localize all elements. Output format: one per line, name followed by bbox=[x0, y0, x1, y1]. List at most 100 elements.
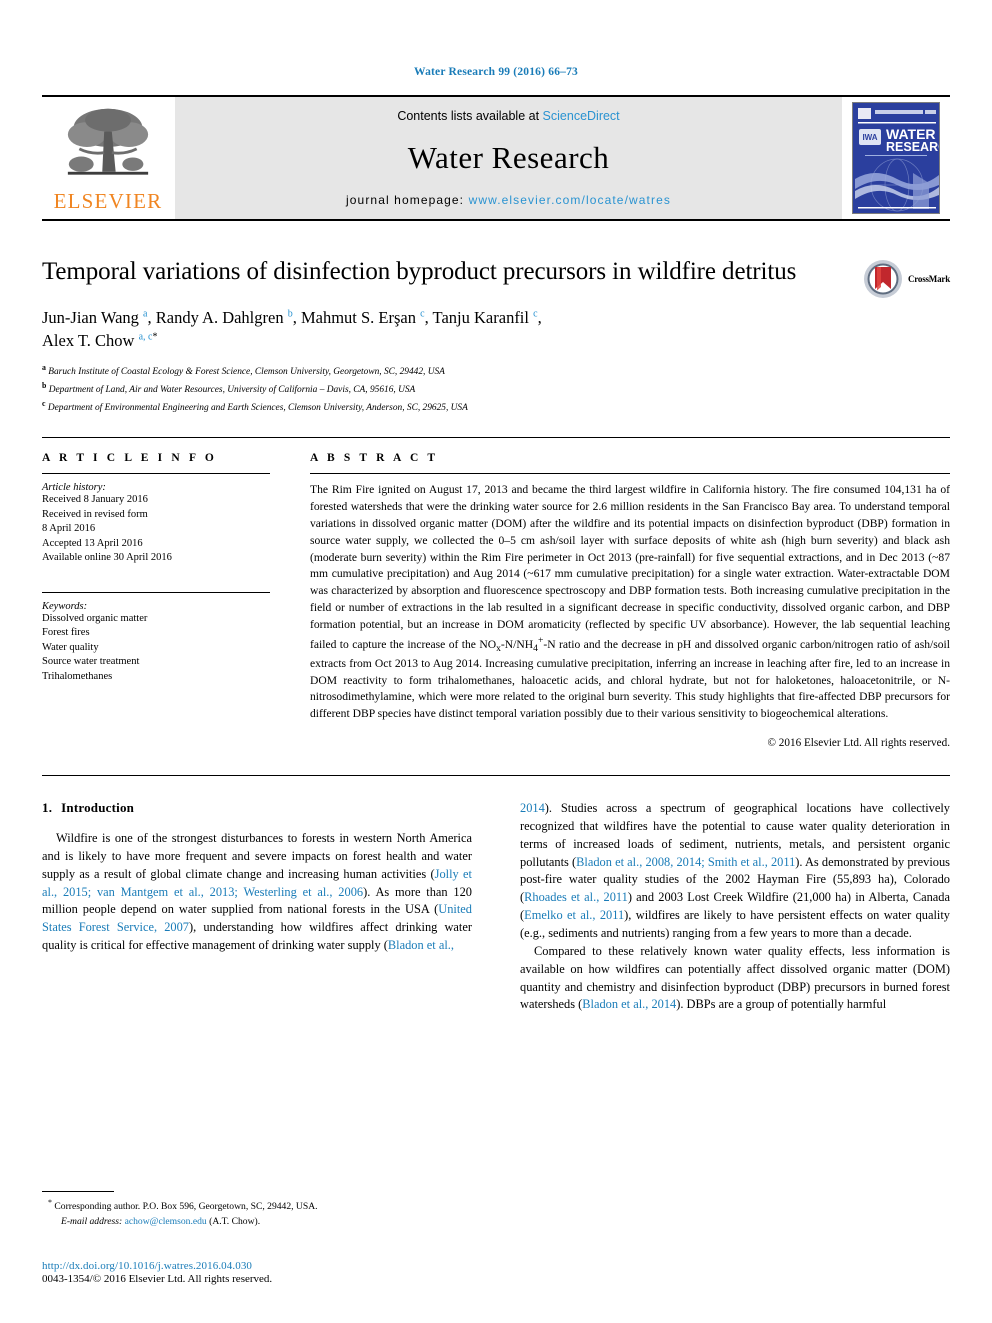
abstract-text: The Rim Fire ignited on August 17, 2013 … bbox=[310, 482, 950, 723]
email-suffix: (A.T. Chow). bbox=[209, 1215, 261, 1227]
doi-link[interactable]: http://dx.doi.org/10.1016/j.watres.2016.… bbox=[42, 1260, 512, 1272]
author-list: Jun-Jian Wang a, Randy A. Dahlgren b, Ma… bbox=[42, 307, 542, 351]
author-4: , Tanju Karanfil bbox=[424, 307, 534, 327]
citation-bladon-smith[interactable]: Bladon et al., 2008, 2014; Smith et al.,… bbox=[576, 855, 795, 869]
svg-text:RESEARCH: RESEARCH bbox=[886, 140, 940, 154]
affiliation-text: Baruch Institute of Coastal Ecology & Fo… bbox=[48, 367, 445, 378]
footnote-marker: * bbox=[48, 1198, 52, 1208]
keywords-label: Keywords: bbox=[42, 600, 88, 612]
elsevier-tree-icon bbox=[67, 108, 149, 175]
divider bbox=[310, 473, 950, 475]
cover-art-icon: IWA WATER RESEARCH bbox=[853, 103, 940, 213]
body-column-left: 1. Introduction Wildfire is one of the st… bbox=[42, 800, 472, 1014]
divider bbox=[42, 591, 270, 593]
masthead-bottom-rule bbox=[42, 219, 950, 221]
body-separator-rule bbox=[42, 775, 950, 776]
affiliation-superscript: a bbox=[42, 363, 46, 373]
citation-bladon-2014[interactable]: Bladon et al., 2014 bbox=[582, 997, 676, 1011]
abstract-part-1: The Rim Fire ignited on August 17, 2013 … bbox=[310, 483, 950, 651]
footnote-line1: Corresponding author. P.O. Box 596, Geor… bbox=[54, 1201, 318, 1213]
corresponding-author-footnote: * Corresponding author. P.O. Box 596, Ge… bbox=[42, 1191, 472, 1229]
abstract-column: A B S T R A C T The Rim Fire ignited on … bbox=[292, 452, 950, 749]
contents-available-line: Contents lists available at ScienceDirec… bbox=[397, 109, 619, 123]
keyword-item: Trihalomethanes bbox=[42, 670, 113, 682]
section-heading-introduction: 1. Introduction bbox=[42, 800, 472, 816]
author-1: Jun-Jian Wang bbox=[42, 307, 144, 327]
history-item: 8 April 2016 bbox=[42, 523, 96, 535]
section-title: Introduction bbox=[61, 800, 135, 815]
citation-bladon-partial[interactable]: Bladon et al., bbox=[388, 938, 454, 952]
right2-text-b: ). DBPs are a group of potentially harmf… bbox=[676, 997, 887, 1012]
crossmark-label: CrossMark bbox=[907, 274, 950, 284]
journal-title: Water Research bbox=[407, 140, 610, 175]
body-columns: 1. Introduction Wildfire is one of the st… bbox=[42, 800, 950, 1014]
journal-homepage-line: journal homepage: www.elsevier.com/locat… bbox=[346, 193, 671, 207]
issn-copyright-line: 0043-1354/© 2016 Elsevier Ltd. All right… bbox=[42, 1273, 273, 1285]
page-title: Temporal variations of disinfection bypr… bbox=[42, 258, 797, 285]
page-footer: http://dx.doi.org/10.1016/j.watres.2016.… bbox=[42, 1260, 512, 1285]
intro-paragraph-left: Wildfire is one of the strongest disturb… bbox=[42, 830, 472, 955]
journal-cover-thumbnail: IWA WATER RESEARCH bbox=[842, 97, 950, 219]
article-info-column: A R T I C L E I N F O Article history: R… bbox=[42, 452, 292, 749]
intro-paragraph-right-1: 2014). Studies across a spectrum of geog… bbox=[520, 800, 950, 943]
citation-emelko[interactable]: Emelko et al., 2011 bbox=[524, 908, 624, 922]
title-block: Temporal variations of disinfection bypr… bbox=[42, 257, 950, 298]
homepage-label: journal homepage: bbox=[346, 193, 465, 207]
history-item: Accepted 13 April 2016 bbox=[42, 537, 143, 549]
crossmark-badge[interactable]: CrossMark bbox=[863, 259, 950, 299]
footnote-rule bbox=[42, 1191, 114, 1193]
affiliation-superscript: b bbox=[42, 381, 47, 391]
article-info-heading: A R T I C L E I N F O bbox=[42, 452, 217, 465]
affiliation-mark-c2: c bbox=[533, 308, 538, 319]
affiliation-text: Department of Land, Air and Water Resour… bbox=[48, 385, 416, 396]
affiliation-text: Department of Environmental Engineering … bbox=[47, 402, 468, 413]
running-head: Water Research 99 (2016) 66–73 bbox=[414, 66, 578, 78]
contents-prefix: Contents lists available at bbox=[397, 109, 540, 123]
history-item: Received in revised form bbox=[42, 508, 148, 520]
body-column-right: 2014). Studies across a spectrum of geog… bbox=[520, 800, 950, 1014]
masthead-center: Contents lists available at ScienceDirec… bbox=[174, 97, 842, 219]
affiliation-item: a Baruch Institute of Coastal Ecology & … bbox=[42, 362, 950, 380]
keyword-item: Water quality bbox=[42, 641, 99, 653]
author-3: , Mahmut S. Erşan bbox=[292, 307, 421, 327]
abstract-part-2: -N/NH bbox=[500, 637, 534, 651]
email-link[interactable]: achow@clemson.edu bbox=[125, 1216, 207, 1227]
sciencedirect-link[interactable]: ScienceDirect bbox=[543, 109, 620, 123]
keywords-block: Keywords: Dissolved organic matter Fores… bbox=[42, 591, 270, 684]
intro-text-a: Wildfire is one of the strongest disturb… bbox=[42, 831, 472, 881]
author-5: Alex T. Chow bbox=[42, 331, 139, 351]
publisher-logo: ELSEVIER bbox=[42, 97, 174, 219]
keyword-item: Dissolved organic matter bbox=[42, 612, 148, 624]
journal-article-page: Water Research 99 (2016) 66–73 ELSEVIER … bbox=[0, 0, 992, 1323]
affiliation-item: b Department of Land, Air and Water Reso… bbox=[42, 380, 950, 398]
citation-rhoades[interactable]: Rhoades et al., 2011 bbox=[524, 890, 628, 904]
email-label: E-mail address: bbox=[61, 1215, 123, 1227]
history-item: Received 8 January 2016 bbox=[42, 494, 148, 506]
abstract-copyright: © 2016 Elsevier Ltd. All rights reserved… bbox=[767, 737, 951, 749]
affiliation-superscript: c bbox=[42, 398, 46, 408]
footnote-text: * Corresponding author. P.O. Box 596, Ge… bbox=[42, 1197, 472, 1229]
svg-text:IWA: IWA bbox=[862, 133, 877, 142]
divider bbox=[42, 473, 270, 475]
history-item: Available online 30 April 2016 bbox=[42, 552, 172, 564]
intro-paragraph-right-2: Compared to these relatively known water… bbox=[520, 943, 950, 1014]
journal-masthead: ELSEVIER Contents lists available at Sci… bbox=[42, 97, 950, 219]
keywords-list: Dissolved organic matter Forest fires Wa… bbox=[42, 612, 270, 684]
crossmark-icon bbox=[863, 260, 902, 298]
keyword-item: Forest fires bbox=[42, 627, 90, 639]
homepage-url[interactable]: www.elsevier.com/locate/watres bbox=[469, 193, 671, 207]
article-history-list: Received 8 January 2016 Received in revi… bbox=[42, 493, 270, 565]
author-2: , Randy A. Dahlgren bbox=[147, 307, 288, 327]
article-history-label: Article history: bbox=[42, 482, 106, 494]
affiliation-item: c Department of Environmental Engineerin… bbox=[42, 398, 950, 416]
info-abstract-columns: A R T I C L E I N F O Article history: R… bbox=[42, 438, 950, 749]
elsevier-wordmark: ELSEVIER bbox=[53, 189, 163, 213]
cover-image: IWA WATER RESEARCH bbox=[852, 102, 940, 214]
affiliation-list: a Baruch Institute of Coastal Ecology & … bbox=[42, 362, 950, 415]
corresponding-author-mark: * bbox=[152, 331, 158, 343]
citation-bladon-year[interactable]: 2014 bbox=[520, 801, 545, 815]
affiliation-mark-ac: a, c bbox=[138, 331, 153, 343]
keyword-item: Source water treatment bbox=[42, 656, 140, 668]
section-number: 1. bbox=[42, 800, 53, 815]
abstract-heading: A B S T R A C T bbox=[310, 452, 439, 465]
